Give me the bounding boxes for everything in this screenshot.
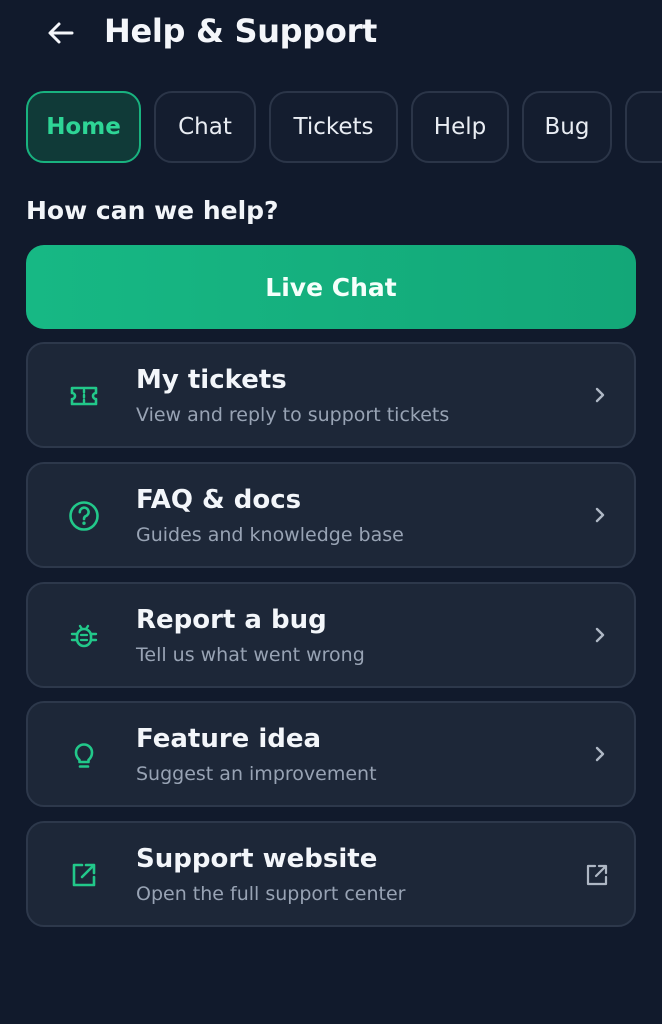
card-my-tickets[interactable]: My tickets View and reply to support tic…	[26, 342, 636, 448]
help-circle-icon	[66, 498, 102, 534]
lightbulb-icon	[66, 737, 102, 773]
live-chat-button[interactable]: Live Chat	[26, 245, 636, 329]
ticket-icon	[66, 378, 102, 414]
header-bar: Help & Support	[0, 0, 662, 66]
tab-home[interactable]: Home	[26, 91, 141, 163]
card-title: Support website	[136, 844, 378, 874]
tab-bug[interactable]: Bug	[522, 91, 612, 163]
external-link-icon	[66, 857, 102, 893]
arrow-left-icon	[48, 22, 74, 44]
card-subtitle: Tell us what went wrong	[136, 644, 365, 666]
card-subtitle: Open the full support center	[136, 883, 406, 905]
card-title: My tickets	[136, 365, 287, 395]
tab-tickets[interactable]: Tickets	[269, 91, 398, 163]
card-feature-idea[interactable]: Feature idea Suggest an improvement	[26, 701, 636, 807]
chevron-right-icon	[588, 503, 612, 527]
chevron-right-icon	[588, 383, 612, 407]
card-title: Report a bug	[136, 605, 327, 635]
page-title: Help & Support	[104, 12, 378, 50]
external-link-icon	[584, 862, 610, 888]
section-heading: How can we help?	[26, 196, 279, 225]
chevron-right-icon	[588, 742, 612, 766]
card-subtitle: Guides and knowledge base	[136, 524, 404, 546]
tab-chat[interactable]: Chat	[154, 91, 256, 163]
card-title: FAQ & docs	[136, 485, 302, 515]
card-support-website[interactable]: Support website Open the full support ce…	[26, 821, 636, 927]
card-subtitle: View and reply to support tickets	[136, 404, 450, 426]
chevron-right-icon	[588, 623, 612, 647]
tab-more-partial[interactable]	[625, 91, 662, 163]
back-button[interactable]	[42, 14, 80, 52]
bug-icon	[66, 618, 102, 654]
card-report-bug[interactable]: Report a bug Tell us what went wrong	[26, 582, 636, 688]
tab-help[interactable]: Help	[411, 91, 509, 163]
card-faq-docs[interactable]: FAQ & docs Guides and knowledge base	[26, 462, 636, 568]
tab-bar: Home Chat Tickets Help Bug	[26, 91, 662, 165]
card-title: Feature idea	[136, 724, 322, 754]
card-subtitle: Suggest an improvement	[136, 763, 377, 785]
